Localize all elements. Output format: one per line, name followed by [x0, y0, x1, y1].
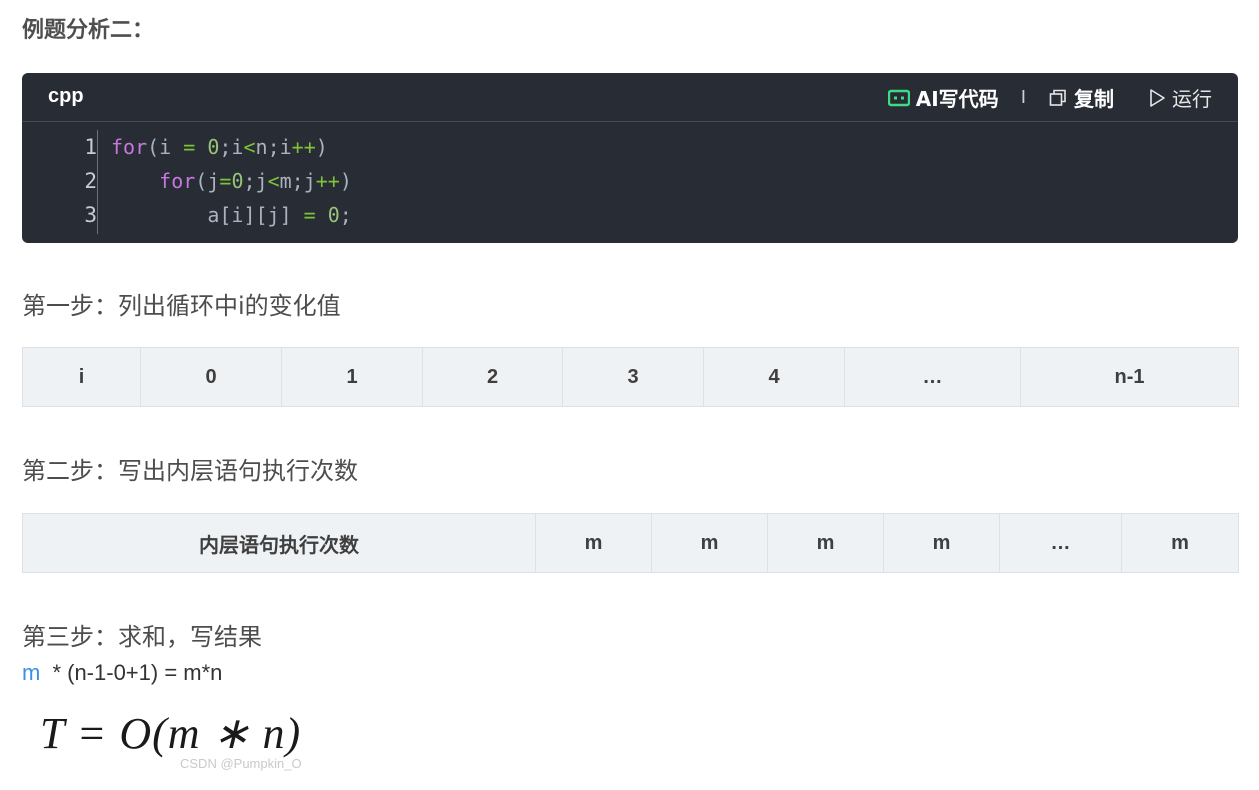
code-lines: for(i = 0;i<n;i++) for(j=0;j<m;j++) a[i]… — [111, 130, 352, 232]
table-cell: 4 — [703, 347, 845, 407]
table-cell: n-1 — [1020, 347, 1239, 407]
table-cell: 3 — [562, 347, 704, 407]
table-cell: 1 — [281, 347, 423, 407]
run-label: 运行 — [1172, 87, 1212, 111]
code-token: for — [111, 135, 148, 159]
step-two-text: 第二步：写出内层语句执行次数 — [22, 457, 358, 485]
gutter-divider — [97, 130, 98, 234]
table-cell: i — [22, 347, 141, 407]
code-token: 0 — [327, 203, 340, 227]
line-number: 2 — [84, 169, 97, 193]
ai-write-code-button[interactable]: AI写代码 — [887, 83, 999, 112]
copy-icon — [1049, 89, 1066, 106]
toolbar-separator: I — [1020, 87, 1026, 108]
table-row: 内层语句执行次数 m m m m … m — [22, 513, 1239, 573]
code-language-label: cpp — [48, 85, 84, 107]
inner-count-table: 内层语句执行次数 m m m m … m — [22, 513, 1239, 573]
code-header: cpp AI写代码 I 复制 运行 — [22, 73, 1238, 122]
line-number: 1 — [84, 135, 97, 159]
code-token: < — [243, 135, 256, 159]
code-token: ;j — [243, 169, 268, 193]
table-cell: m — [767, 513, 884, 573]
table-cell: m — [883, 513, 1000, 573]
copy-label: 复制 — [1074, 87, 1114, 111]
i-values-table: i 0 1 2 3 4 … n-1 — [22, 347, 1239, 407]
table-cell: 0 — [140, 347, 282, 407]
watermark: CSDN @Pumpkin_O — [180, 756, 302, 771]
section-heading: 例题分析二： — [22, 18, 155, 43]
code-token: ++ — [291, 135, 316, 159]
code-token: (j — [195, 169, 220, 193]
code-line: for(j=0;j<m;j++) — [111, 164, 352, 198]
table-cell: … — [844, 347, 1021, 407]
code-token: ) — [339, 169, 352, 193]
code-token: = — [219, 169, 232, 193]
table-row: i 0 1 2 3 4 … n-1 — [22, 347, 1239, 407]
code-token: 0 — [207, 135, 220, 159]
code-token: (i — [147, 135, 184, 159]
table-cell: 2 — [422, 347, 563, 407]
code-toolbar: AI写代码 I 复制 运行 — [866, 83, 1212, 112]
line-number: 3 — [84, 203, 97, 227]
sum-formula: m * (n-1-0+1) = m*n — [22, 660, 222, 686]
table-cell: m — [1121, 513, 1239, 573]
copy-button[interactable]: 复制 — [1048, 83, 1114, 112]
code-token: = — [183, 135, 196, 159]
formula-m-variable: m — [22, 660, 41, 685]
code-token: 0 — [231, 169, 244, 193]
code-token: ;i — [219, 135, 244, 159]
play-icon — [1150, 88, 1165, 107]
code-token: < — [267, 169, 280, 193]
table-cell: 内层语句执行次数 — [22, 513, 536, 573]
table-cell: m — [535, 513, 652, 573]
code-token: n;i — [255, 135, 292, 159]
table-cell: … — [999, 513, 1122, 573]
step-one-text: 第一步：列出循环中i的变化值 — [22, 292, 341, 320]
ai-chat-icon — [887, 89, 910, 106]
complexity-equation: T = O(m ∗ n) — [40, 709, 302, 758]
code-token: for — [159, 169, 196, 193]
code-token: ++ — [315, 169, 340, 193]
code-body: 1 2 3 for(i = 0;i<n;i++) for(j=0;j<m;j++… — [22, 122, 1238, 243]
code-line: for(i = 0;i<n;i++) — [111, 130, 352, 164]
code-token: = — [303, 203, 316, 227]
code-token: ) — [315, 135, 328, 159]
code-line: a[i][j] = 0; — [111, 198, 352, 232]
run-button[interactable]: 运行 — [1148, 83, 1212, 112]
code-token: ; — [339, 203, 352, 227]
code-token: a[i][j] — [111, 203, 304, 227]
code-block: cpp AI写代码 I 复制 运行 1 2 3 for(i = 0;i<n;i+… — [22, 73, 1238, 243]
code-token: m;j — [279, 169, 316, 193]
ai-write-code-label: AI写代码 — [915, 87, 999, 111]
table-cell: m — [651, 513, 768, 573]
line-number-gutter: 1 2 3 — [22, 130, 97, 232]
step-three-text: 第三步：求和，写结果 — [22, 623, 262, 651]
formula-expression: * (n-1-0+1) = m*n — [46, 660, 223, 685]
